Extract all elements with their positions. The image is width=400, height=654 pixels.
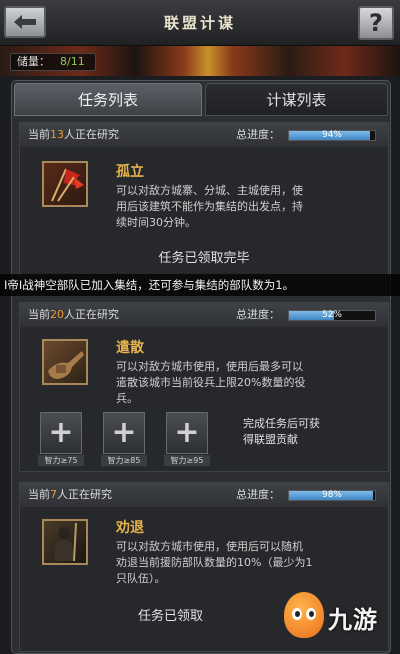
researching-count: 7 <box>50 488 57 501</box>
slot-requirement: 智力≥75 <box>38 455 84 466</box>
researching-prefix: 当前 <box>28 488 50 501</box>
reward-line: 完成任务后可获 <box>243 417 320 430</box>
skill-description: 可以对敌方城市使用，使用后可以随机 劝退当前援防部队数量的10%（最少为1 只队… <box>116 539 386 587</box>
skill-name: 劝退 <box>116 520 144 536</box>
progress-text: 98% <box>321 490 342 500</box>
progress-bar: 94% <box>288 130 376 141</box>
desc-line: 可以对敌方城寨、分城、主城使用，使 <box>116 184 303 197</box>
researching-suffix: 人正在研究 <box>64 308 119 321</box>
rally-notification-ticker: I帝I战神空部队已加入集结，还可参与集结的部队数为1。 <box>0 274 400 296</box>
researching-prefix: 当前 <box>28 308 50 321</box>
skill-icon-frame[interactable] <box>42 161 88 207</box>
skill-icon-frame[interactable] <box>42 339 88 385</box>
desc-line: 遣散该城市当前役兵上限20%数量的役 <box>116 376 306 389</box>
jiuyou-logo-icon: 九游 <box>280 588 398 646</box>
desc-line: 兵。 <box>116 392 138 405</box>
task-status: 任务已领取 <box>138 609 204 624</box>
card-header: 当前13人正在研究 总进度： 94% <box>20 123 388 147</box>
progress-label: 总进度： <box>236 308 280 321</box>
progress-text: 52% <box>321 310 342 320</box>
card-header: 当前7人正在研究 总进度： 98% <box>20 483 388 507</box>
progress-label: 总进度： <box>236 128 280 141</box>
researching-count: 20 <box>50 308 64 321</box>
add-member-slot-3[interactable]: + <box>166 412 208 454</box>
help-button[interactable]: ? <box>358 6 394 40</box>
storage-label: 储量： <box>17 55 50 68</box>
tab-scheme-list[interactable]: 计谋列表 <box>205 83 388 116</box>
card-header: 当前20人正在研究 总进度： 52% <box>20 303 388 327</box>
watermark-text: 九游 <box>328 606 378 634</box>
reward-line: 得联盟贡献 <box>243 433 298 446</box>
skill-description: 可以对敌方城寨、分城、主城使用，使 用后该建筑不能作为集结的出发点，持 续时间3… <box>116 183 386 231</box>
slot-requirement: 智力≥85 <box>101 455 147 466</box>
skill-name: 遣散 <box>116 340 144 356</box>
plus-icon: + <box>48 415 74 450</box>
desc-line: 用后该建筑不能作为集结的出发点，持 <box>116 200 303 213</box>
desc-line: 劝退当前援防部队数量的10%（最少为1 <box>116 556 313 569</box>
reward-note: 完成任务后可获 得联盟贡献 <box>243 416 343 448</box>
researching-prefix: 当前 <box>28 128 50 141</box>
tab-task-list[interactable]: 任务列表 <box>14 83 202 116</box>
storage-value: 8/11 <box>60 55 85 68</box>
plus-icon: + <box>174 415 200 450</box>
add-member-slot-2[interactable]: + <box>103 412 145 454</box>
red-flags-icon <box>51 168 84 202</box>
skill-name: 孤立 <box>116 164 144 180</box>
researching-count: 13 <box>50 128 64 141</box>
warrior-icon <box>54 522 77 562</box>
plus-icon: + <box>111 415 137 450</box>
progress-bar: 98% <box>288 490 376 501</box>
researching-suffix: 人正在研究 <box>57 488 112 501</box>
desc-line: 可以对敌方城市使用，使用后可以随机 <box>116 540 303 553</box>
skill-description: 可以对敌方城市使用，使用后最多可以 遣散该城市当前役兵上限20%数量的役 兵。 <box>116 359 386 407</box>
skill-icon-frame[interactable] <box>42 519 88 565</box>
desc-line: 可以对敌方城市使用，使用后最多可以 <box>116 360 303 373</box>
progress-bar: 52% <box>288 310 376 321</box>
storage-indicator: 储量： 8/11 <box>10 53 96 71</box>
desc-line: 续时间30分钟。 <box>116 216 196 229</box>
gauntlet-icon <box>48 351 84 379</box>
add-member-slot-1[interactable]: + <box>40 412 82 454</box>
logo-mascot <box>284 592 324 638</box>
desc-line: 只队伍）。 <box>116 572 166 585</box>
top-bar: 联盟计谋 ? <box>0 0 400 46</box>
progress-text: 94% <box>321 130 342 140</box>
page-title: 联盟计谋 <box>163 14 236 32</box>
researching-suffix: 人正在研究 <box>64 128 119 141</box>
task-status: 任务已领取完毕 <box>158 251 250 266</box>
progress-label: 总进度： <box>236 488 280 501</box>
slot-requirement: 智力≥95 <box>164 455 210 466</box>
task-card-isolate: 当前13人正在研究 总进度： 94% 孤立 可以对敌方城寨、分城、主城使用，使 … <box>19 122 389 276</box>
